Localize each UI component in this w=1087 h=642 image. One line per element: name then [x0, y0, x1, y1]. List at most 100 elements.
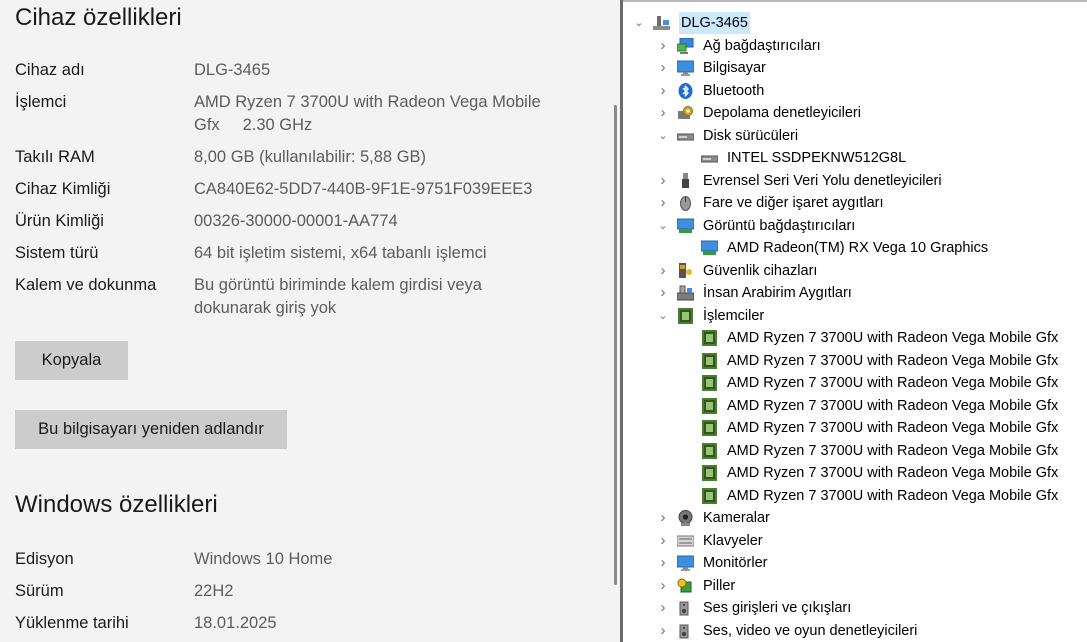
tree-device[interactable]: AMD Ryzen 7 3700U with Radeon Vega Mobil… [623, 327, 1087, 349]
spec-key: Sürüm [15, 582, 64, 600]
tree-node-label: Monitörler [703, 555, 768, 571]
chevron-right-icon[interactable]: › [657, 597, 669, 619]
tree-node-label: Görüntü bağdaştırıcıları [703, 217, 856, 234]
tree-node-label: Depolama denetleyicileri [703, 105, 861, 121]
spec-key: Kalem ve dokunma [15, 276, 157, 294]
chevron-right-icon[interactable]: › [657, 575, 669, 597]
tree-device[interactable]: AMD Ryzen 7 3700U with Radeon Vega Mobil… [623, 440, 1087, 462]
tree-category[interactable]: › Monitörler [623, 552, 1087, 574]
monitor-icon [676, 60, 695, 76]
cpu-icon [677, 307, 694, 324]
speaker-icon [677, 600, 694, 616]
cpu-chip-icon [701, 397, 718, 414]
spec-value[interactable]: CA840E62-5DD7-440B-9F1E-9751F039EEE3 [194, 178, 574, 201]
tree-node-label: Bluetooth [703, 82, 765, 99]
tree-device[interactable]: AMD Radeon(TM) RX Vega 10 Graphics [623, 237, 1087, 259]
copy-button[interactable]: Kopyala [15, 341, 128, 380]
tree-category[interactable]: › Kameralar [623, 507, 1087, 529]
cpu-chip-icon [701, 442, 718, 459]
chevron-right-icon[interactable]: › [657, 35, 669, 57]
cpu-chip-icon [701, 330, 718, 346]
chevron-down-icon[interactable]: ⌄ [657, 305, 669, 327]
tree-node-label: AMD Ryzen 7 3700U with Radeon Vega Mobil… [727, 397, 1059, 414]
tree-category[interactable]: › Piller [623, 575, 1087, 597]
display-adapter-icon [676, 218, 695, 234]
spec-value[interactable]: Bu görüntü biriminde kalem girdisi veya … [194, 274, 524, 320]
chevron-right-icon[interactable]: › [657, 80, 669, 102]
chevron-down-icon[interactable]: ⌄ [633, 12, 645, 34]
tree-category[interactable]: › Bluetooth [623, 80, 1087, 102]
tree-device[interactable]: AMD Ryzen 7 3700U with Radeon Vega Mobil… [623, 372, 1087, 394]
chevron-right-icon[interactable]: › [657, 507, 669, 529]
storage-controller-icon [677, 105, 694, 121]
display-adapter-icon [700, 240, 719, 256]
spec-value[interactable]: 22H2 [194, 580, 574, 603]
cpu-chip-icon [701, 375, 718, 391]
tree-category[interactable]: › Fare ve diğer işaret aygıtları [623, 192, 1087, 214]
chevron-right-icon[interactable]: › [657, 530, 669, 552]
scrollbar-thumb[interactable] [614, 105, 617, 585]
spec-key: Takılı RAM [15, 148, 95, 166]
tree-category[interactable]: › Ses girişleri ve çıkışları [623, 597, 1087, 619]
computer-root-icon [653, 15, 670, 31]
tree-node-label: AMD Ryzen 7 3700U with Radeon Vega Mobil… [727, 420, 1059, 436]
tree-device[interactable]: AMD Ryzen 7 3700U with Radeon Vega Mobil… [623, 485, 1087, 507]
tree-category[interactable]: › Evrensel Seri Veri Yolu denetleyicileri [623, 170, 1087, 192]
device-manager-tree[interactable]: ⌄ DLG-3465 › Ağ bağdaştırıcıları › Bilgisayar… [623, 0, 1087, 642]
spec-value[interactable]: Windows 10 Home [194, 548, 574, 571]
drive-device-icon [700, 150, 719, 166]
tree-device[interactable]: AMD Ryzen 7 3700U with Radeon Vega Mobil… [623, 462, 1087, 484]
spec-value[interactable]: 00326-30000-00001-AA774 [194, 210, 574, 233]
tree-category[interactable]: › Güvenlik cihazları [623, 260, 1087, 282]
monitor-icon [676, 555, 695, 571]
chevron-right-icon[interactable]: › [657, 260, 669, 282]
tree-device[interactable]: AMD Ryzen 7 3700U with Radeon Vega Mobil… [623, 350, 1087, 372]
tree-node-label: Ağ bağdaştırıcıları [703, 37, 821, 54]
chevron-down-icon[interactable]: ⌄ [657, 215, 669, 237]
tree-category[interactable]: ⌄ İşlemciler [623, 305, 1087, 327]
tree-category[interactable]: ⌄ Görüntü bağdaştırıcıları [623, 215, 1087, 237]
tree-category[interactable]: › İnsan Arabirim Aygıtları [623, 282, 1087, 304]
tree-device[interactable]: AMD Ryzen 7 3700U with Radeon Vega Mobil… [623, 417, 1087, 439]
spec-key: İşlemci [15, 93, 67, 111]
spec-value[interactable]: 64 bit işletim sistemi, x64 tabanlı işle… [194, 242, 574, 265]
settings-scrollbar[interactable] [612, 0, 620, 642]
tree-category[interactable]: › Depolama denetleyicileri [623, 102, 1087, 124]
chevron-right-icon[interactable]: › [657, 620, 669, 642]
security-device-icon [677, 262, 694, 279]
tree-node-label: Klavyeler [703, 532, 763, 549]
chevron-down-icon[interactable]: ⌄ [657, 125, 669, 147]
chevron-right-icon[interactable]: › [657, 102, 669, 124]
spec-value[interactable]: AMD Ryzen 7 3700U with Radeon Vega Mobil… [194, 91, 566, 137]
tree-node-label: AMD Ryzen 7 3700U with Radeon Vega Mobil… [727, 487, 1059, 504]
tree-category[interactable]: › Klavyeler [623, 530, 1087, 552]
tree-node-label: Disk sürücüleri [703, 127, 799, 144]
tree-node-label: AMD Radeon(TM) RX Vega 10 Graphics [727, 240, 989, 256]
tree-device[interactable]: AMD Ryzen 7 3700U with Radeon Vega Mobil… [623, 395, 1087, 417]
mouse-icon [677, 195, 694, 211]
tree-node-label: Fare ve diğer işaret aygıtları [703, 195, 884, 211]
tree-category[interactable]: › Ağ bağdaştırıcıları [623, 35, 1087, 57]
hid-icon [676, 285, 695, 301]
tree-device[interactable]: INTEL SSDPEKNW512G8L [623, 147, 1087, 169]
chevron-right-icon[interactable]: › [657, 57, 669, 79]
disk-icon [676, 128, 695, 144]
chevron-right-icon[interactable]: › [657, 192, 669, 214]
spec-value[interactable]: 8,00 GB (kullanılabilir: 5,88 GB) [194, 146, 574, 169]
tree-category[interactable]: › Ses, video ve oyun denetleyicileri [623, 620, 1087, 642]
tree-category[interactable]: › Bilgisayar [623, 57, 1087, 79]
tree-node-label: DLG-3465 [679, 12, 750, 34]
tree-root-computer[interactable]: ⌄ DLG-3465 [623, 12, 1087, 34]
tree-category[interactable]: ⌄ Disk sürücüleri [623, 125, 1087, 147]
tree-node-label: AMD Ryzen 7 3700U with Radeon Vega Mobil… [727, 330, 1059, 346]
spec-key: Yüklenme tarihi [15, 614, 129, 632]
chevron-right-icon[interactable]: › [657, 170, 669, 192]
rename-pc-button[interactable]: Bu bilgisayarı yeniden adlandır [15, 410, 287, 449]
spec-value[interactable]: 18.01.2025 [194, 612, 574, 635]
tree-node-label: AMD Ryzen 7 3700U with Radeon Vega Mobil… [727, 465, 1059, 481]
tree-node-label: Evrensel Seri Veri Yolu denetleyicileri [703, 172, 942, 189]
chevron-right-icon[interactable]: › [657, 552, 669, 574]
spec-value[interactable]: DLG-3465 [194, 59, 574, 82]
chevron-right-icon[interactable]: › [657, 282, 669, 304]
tree-node-label: AMD Ryzen 7 3700U with Radeon Vega Mobil… [727, 375, 1059, 391]
